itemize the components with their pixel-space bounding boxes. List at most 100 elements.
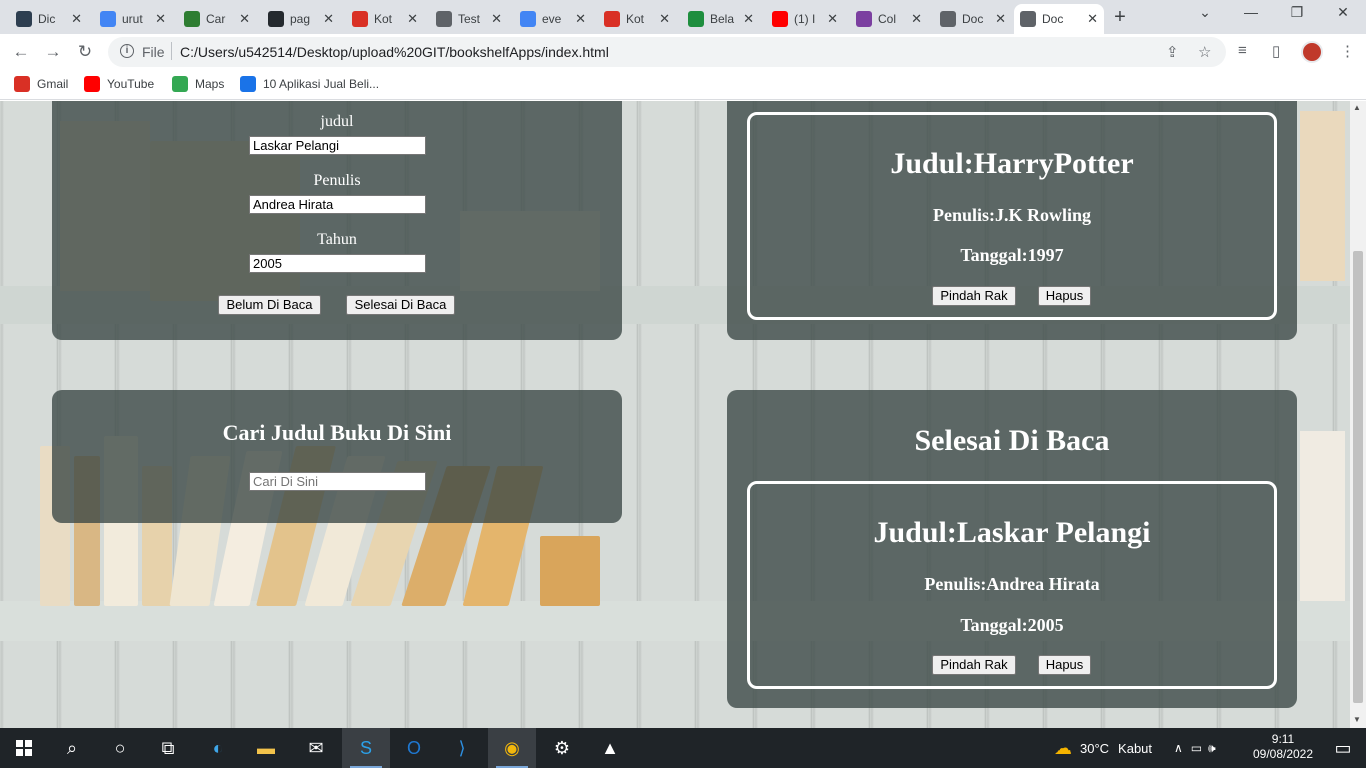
browser-tab[interactable]: Kot ✕	[598, 4, 676, 34]
delete-button[interactable]: Hapus	[1038, 655, 1091, 675]
tab-search-icon[interactable]: ⌄	[1190, 4, 1220, 28]
close-tab-icon[interactable]: ✕	[491, 11, 502, 27]
title-input[interactable]: Laskar Pelangi	[249, 136, 426, 155]
new-tab-button[interactable]: +	[1108, 6, 1132, 30]
chevron-up-icon[interactable]: ∧	[1174, 741, 1183, 755]
gmail-icon	[604, 11, 620, 27]
browser-tab[interactable]: Bela ✕	[682, 4, 760, 34]
close-tab-icon[interactable]: ✕	[1087, 11, 1098, 27]
add-unread-button[interactable]: Belum Di Baca	[218, 295, 321, 315]
edge-icon[interactable]: ◐	[194, 728, 242, 768]
bookmark-item[interactable]: 10 Aplikasi Jual Beli...	[240, 76, 379, 92]
delete-button[interactable]: Hapus	[1038, 286, 1091, 306]
close-tab-icon[interactable]: ✕	[71, 11, 82, 27]
back-icon[interactable]: ←	[8, 40, 34, 64]
notification-icon[interactable]: ▭	[1320, 728, 1366, 768]
task-view-icon[interactable]: ⧉	[144, 728, 192, 768]
minimize-icon[interactable]: —	[1236, 4, 1266, 28]
github-icon	[268, 11, 284, 27]
browser-tab[interactable]: urut ✕	[94, 4, 172, 34]
weather-widget[interactable]: ☁ 30°C Kabut	[1054, 728, 1152, 768]
close-tab-icon[interactable]: ✕	[155, 11, 166, 27]
scrollbar-thumb[interactable]	[1353, 251, 1363, 703]
search-heading: Cari Judul Buku Di Sini	[222, 420, 452, 445]
browser-tab[interactable]: Dic ✕	[10, 4, 88, 34]
search-input[interactable]: Cari Di Sini	[249, 472, 426, 491]
bookmark-item[interactable]: Maps	[172, 76, 224, 92]
book-card: Judul:Laskar Pelangi Penulis:Andrea Hira…	[747, 481, 1277, 689]
volume-icon[interactable]: 🕪	[1208, 741, 1216, 756]
outlook-icon[interactable]: O	[390, 728, 438, 768]
reading-list-icon[interactable]: ≡	[1238, 42, 1247, 59]
clock-time: 9:11	[1271, 732, 1295, 746]
close-tab-icon[interactable]: ✕	[575, 11, 586, 27]
browser-tab[interactable]: (1) I ✕	[766, 4, 844, 34]
globe-icon	[1020, 11, 1036, 27]
forward-icon[interactable]: →	[40, 40, 66, 64]
file-explorer-icon[interactable]: ▬	[242, 728, 290, 768]
share-icon[interactable]: ⇪	[1166, 43, 1179, 61]
browser-tab[interactable]: Doc ✕	[934, 4, 1012, 34]
close-tab-icon[interactable]: ✕	[659, 11, 670, 27]
google-icon	[100, 11, 116, 27]
app-icon	[240, 76, 256, 92]
move-shelf-button[interactable]: Pindah Rak	[932, 286, 1016, 306]
side-panel-icon[interactable]: ▯	[1272, 42, 1280, 60]
maximize-icon[interactable]: ❐	[1282, 4, 1312, 28]
vscode-icon[interactable]: ⟩	[438, 728, 486, 768]
mail-icon[interactable]: ✉	[292, 728, 340, 768]
scroll-down-icon[interactable]: ▼	[1353, 715, 1361, 724]
close-tab-icon[interactable]: ✕	[995, 11, 1006, 27]
close-tab-icon[interactable]: ✕	[239, 11, 250, 27]
book-year: Tanggal:2005	[960, 615, 1064, 635]
chrome-icon[interactable]: ◉	[488, 728, 536, 768]
gmail-icon	[14, 76, 30, 92]
bookmark-star-icon[interactable]: ☆	[1198, 43, 1211, 61]
book-icon	[688, 11, 704, 27]
url-scheme: File	[142, 44, 165, 60]
author-input[interactable]: Andrea Hirata	[249, 195, 426, 214]
close-tab-icon[interactable]: ✕	[407, 11, 418, 27]
photos-icon[interactable]: ▲	[586, 728, 634, 768]
skype-icon[interactable]: S	[342, 728, 390, 768]
browser-tab[interactable]: Doc ✕	[1014, 4, 1104, 34]
bookmark-item[interactable]: YouTube	[84, 76, 154, 92]
menu-icon[interactable]: ⋮	[1340, 42, 1355, 60]
settings-gear-icon[interactable]: ⚙	[538, 728, 586, 768]
close-tab-icon[interactable]: ✕	[743, 11, 754, 27]
close-window-icon[interactable]: ✕	[1328, 4, 1358, 28]
browser-tab[interactable]: Kot ✕	[346, 4, 424, 34]
browser-tab[interactable]: Car ✕	[178, 4, 256, 34]
reload-icon[interactable]: ↻	[72, 40, 98, 64]
browser-toolbar: ← → ↻ i File C:/Users/u542514/Desktop/up…	[0, 34, 1366, 70]
move-shelf-button[interactable]: Pindah Rak	[932, 655, 1016, 675]
book-title: Judul:HarryPotter	[890, 147, 1134, 180]
network-icon[interactable]: ▭	[1191, 741, 1202, 755]
bookmark-label: Gmail	[37, 77, 69, 91]
year-input[interactable]: 2005	[249, 254, 426, 273]
cortana-icon[interactable]: ○	[96, 728, 144, 768]
scroll-up-icon[interactable]: ▲	[1353, 103, 1361, 112]
clock[interactable]: 9:11 09/08/2022	[1252, 732, 1314, 762]
divider	[171, 42, 172, 60]
search-icon[interactable]: ⌕	[48, 728, 96, 768]
info-icon[interactable]: i	[120, 44, 134, 58]
browser-tab[interactable]: Col ✕	[850, 4, 928, 34]
add-read-button[interactable]: Selesai Di Baca	[346, 295, 455, 315]
books-illustration	[1300, 111, 1345, 281]
page-scrollbar[interactable]: ▲ ▼	[1350, 101, 1366, 728]
browser-tab[interactable]: pag ✕	[262, 4, 340, 34]
windows-start-icon[interactable]	[0, 728, 48, 768]
globe-icon	[436, 11, 452, 27]
close-tab-icon[interactable]: ✕	[911, 11, 922, 27]
browser-tab[interactable]: eve ✕	[514, 4, 592, 34]
bookmark-item[interactable]: Gmail	[14, 76, 68, 92]
taskbar: ⌕ ○ ⧉ ◐ ▬ ✉ S O ⟩ ◉ ⚙ ▲ ☁ 30°C Kabut ∧ ▭…	[0, 728, 1366, 768]
avatar[interactable]	[1301, 41, 1323, 63]
url-text[interactable]: C:/Users/u542514/Desktop/upload%20GIT/bo…	[180, 44, 609, 60]
browser-tab[interactable]: Test ✕	[430, 4, 508, 34]
close-tab-icon[interactable]: ✕	[323, 11, 334, 27]
address-bar[interactable]: i File C:/Users/u542514/Desktop/upload%2…	[108, 37, 1226, 67]
search-panel: Cari Judul Buku Di Sini Cari Di Sini	[52, 390, 622, 523]
close-tab-icon[interactable]: ✕	[827, 11, 838, 27]
